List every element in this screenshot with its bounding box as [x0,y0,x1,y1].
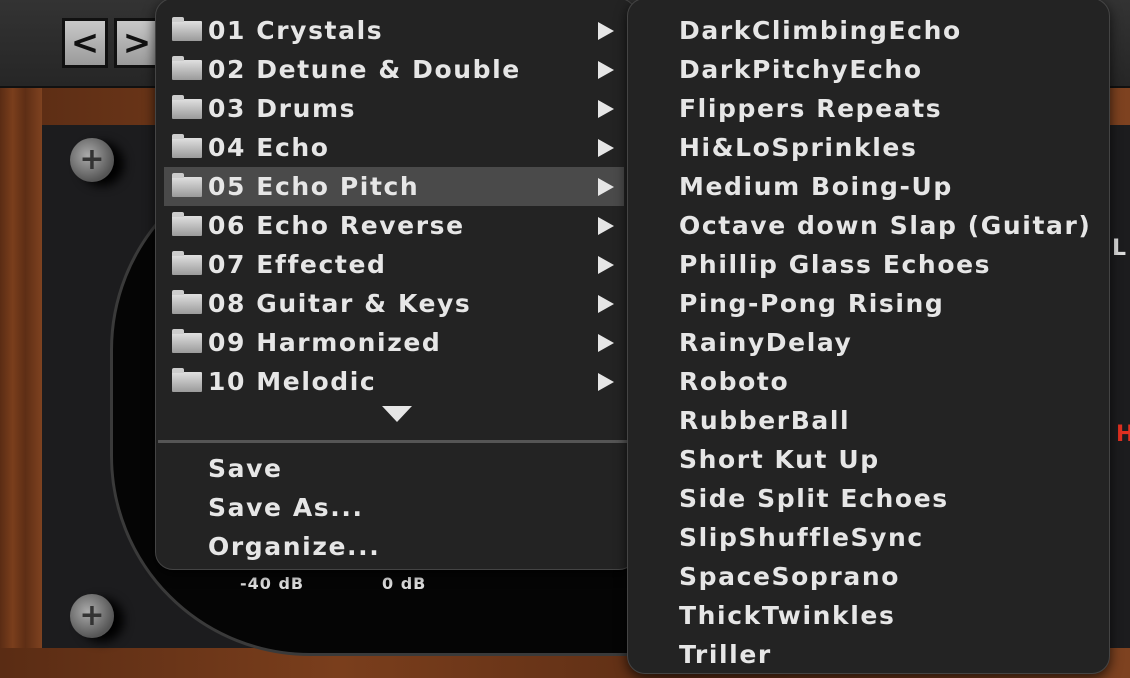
preset-item[interactable]: RubberBall [679,401,850,440]
folder-item[interactable]: 08 Guitar & Keys [164,284,624,323]
menu-separator [158,440,630,443]
folder-icon [172,211,202,236]
folder-label: 06 Echo Reverse [208,211,465,240]
submenu-arrow-icon [598,333,614,352]
meter-max-label: 0 dB [382,574,427,593]
side-label: L [1112,236,1127,261]
folder-item[interactable]: 02 Detune & Double [164,50,624,89]
screw-icon [70,594,114,638]
submenu-arrow-icon [598,99,614,118]
submenu-arrow-icon [598,216,614,235]
menu-action-save[interactable]: Save [164,449,624,488]
folder-icon [172,172,202,197]
preset-item[interactable]: Triller [679,635,772,674]
previous-preset-button[interactable]: < [62,18,108,68]
folder-icon [172,289,202,314]
preset-menu: 01 Crystals 02 Detune & Double 03 Drums 04 … [155,0,637,570]
folder-item[interactable]: 09 Harmonized [164,323,624,362]
preset-item[interactable]: Octave down Slap (Guitar) [679,206,1091,245]
folder-icon [172,367,202,392]
folder-icon [172,94,202,119]
preset-item[interactable]: Medium Boing-Up [679,167,953,206]
folder-icon [172,55,202,80]
folder-item[interactable]: 05 Echo Pitch [164,167,624,206]
preset-item[interactable]: SlipShuffleSync [679,518,924,557]
submenu-arrow-icon [598,177,614,196]
scroll-down-arrow-icon[interactable] [382,406,412,422]
preset-item[interactable]: DarkPitchyEcho [679,50,923,89]
preset-item[interactable]: SpaceSoprano [679,557,900,596]
submenu-arrow-icon [598,372,614,391]
next-preset-button[interactable]: > [114,18,160,68]
folder-icon [172,16,202,41]
submenu-arrow-icon [598,138,614,157]
preset-item[interactable]: Flippers Repeats [679,89,942,128]
preset-item[interactable]: Hi&LoSprinkles [679,128,917,167]
preset-item[interactable]: Phillip Glass Echoes [679,245,991,284]
preset-item[interactable]: RainyDelay [679,323,852,362]
folder-label: 10 Melodic [208,367,377,396]
wood-trim-left [0,88,42,678]
folder-icon [172,328,202,353]
submenu-arrow-icon [598,294,614,313]
submenu-arrow-icon [598,60,614,79]
chevron-right-icon: > [117,21,157,65]
folder-item[interactable]: 10 Melodic [164,362,624,401]
folder-item[interactable]: 01 Crystals [164,11,624,50]
screw-icon [70,138,114,182]
meter-min-label: -40 dB [240,574,305,593]
folder-label: 09 Harmonized [208,328,442,357]
preset-item[interactable]: DarkClimbingEcho [679,11,962,50]
folder-label: 02 Detune & Double [208,55,521,84]
preset-item[interactable]: ThickTwinkles [679,596,895,635]
chevron-left-icon: < [65,21,105,65]
folder-item[interactable]: 04 Echo [164,128,624,167]
folder-label: 04 Echo [208,133,330,162]
preset-item[interactable]: Roboto [679,362,789,401]
preset-item[interactable]: Short Kut Up [679,440,880,479]
folder-label: 01 Crystals [208,16,384,45]
folder-item[interactable]: 07 Effected [164,245,624,284]
submenu-arrow-icon [598,21,614,40]
preset-item[interactable]: Side Split Echoes [679,479,949,518]
folder-label: 08 Guitar & Keys [208,289,472,318]
red-label: H [1116,422,1130,447]
menu-action-organize[interactable]: Organize... [164,527,624,566]
folder-item[interactable]: 06 Echo Reverse [164,206,624,245]
echo-pitch-submenu: DarkClimbingEcho DarkPitchyEcho Flippers R… [627,0,1110,674]
folder-label: 03 Drums [208,94,357,123]
menu-action-save-as[interactable]: Save As... [164,488,624,527]
folder-label: 05 Echo Pitch [208,172,420,201]
folder-item[interactable]: 03 Drums [164,89,624,128]
folder-icon [172,250,202,275]
submenu-arrow-icon [598,255,614,274]
folder-label: 07 Effected [208,250,387,279]
folder-icon [172,133,202,158]
preset-item[interactable]: Ping-Pong Rising [679,284,944,323]
